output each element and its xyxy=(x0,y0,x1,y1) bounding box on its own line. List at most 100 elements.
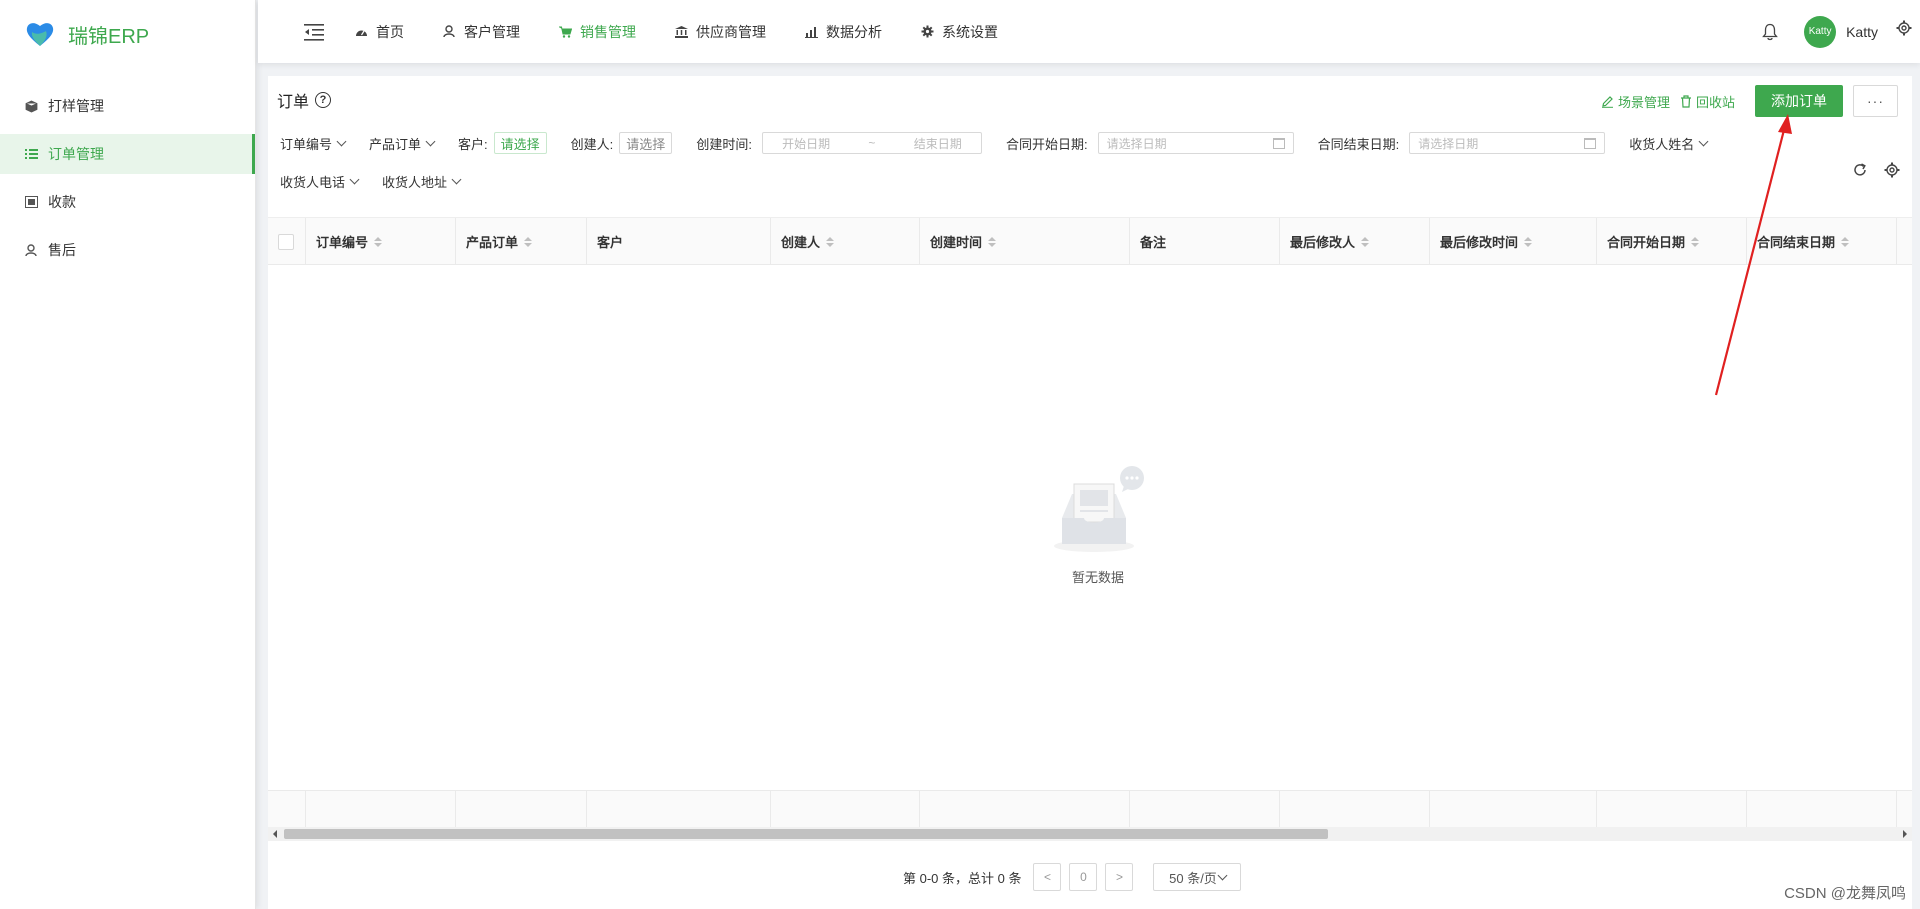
empty-inbox-icon xyxy=(1054,466,1144,552)
chevron-down-icon xyxy=(336,136,347,146)
filter-label: 合同结束日期: xyxy=(1317,136,1400,152)
filter-label: 收货人电话 xyxy=(280,174,346,190)
creator-select[interactable]: 请选择 xyxy=(619,132,673,154)
chevron-down-icon xyxy=(451,174,462,184)
sort-icon[interactable] xyxy=(374,236,383,247)
cube-icon xyxy=(24,99,38,113)
logo[interactable]: 瑞锦ERP xyxy=(0,0,255,68)
sidebar-item-label: 打样管理 xyxy=(48,98,104,114)
scrollbar-thumb[interactable] xyxy=(284,829,1328,839)
sort-icon[interactable] xyxy=(1524,236,1533,247)
column-header[interactable]: 最后修改时间 xyxy=(1430,218,1597,265)
horizontal-scrollbar[interactable] xyxy=(268,827,1912,841)
column-header[interactable]: 备注 xyxy=(1130,218,1280,265)
sort-icon[interactable] xyxy=(988,236,997,247)
select-all-cell xyxy=(268,218,306,265)
edit-icon xyxy=(1601,95,1613,108)
column-header[interactable]: 创建时间 xyxy=(920,218,1130,265)
refresh-icon[interactable] xyxy=(1852,162,1868,178)
more-button[interactable]: ··· xyxy=(1853,85,1898,117)
column-label: 订单编号 xyxy=(316,235,369,250)
nav-settings[interactable]: 系统设置 xyxy=(920,22,998,42)
contract-end-date-picker[interactable]: 请选择日期 xyxy=(1409,132,1606,154)
sidebar-item-payments[interactable]: 收款 xyxy=(0,182,255,222)
add-order-button[interactable]: 添加订单 xyxy=(1755,85,1843,117)
column-header[interactable]: 客户 xyxy=(587,218,771,265)
column-header[interactable]: 合同结束日期 xyxy=(1747,218,1897,265)
recycle-bin-button[interactable]: 回收站 xyxy=(1680,92,1735,111)
filter-order-no[interactable]: 订单编号 xyxy=(280,134,347,153)
list-icon xyxy=(24,147,38,161)
username[interactable]: Katty xyxy=(1846,24,1878,40)
sidebar-item-orders[interactable]: 订单管理 xyxy=(0,134,255,174)
nav-customers[interactable]: 客户管理 xyxy=(442,22,520,42)
avatar[interactable]: Katty xyxy=(1804,15,1837,48)
scene-management-button[interactable]: 场景管理 xyxy=(1601,92,1670,111)
bell-icon[interactable] xyxy=(1762,23,1778,41)
nav-label: 数据分析 xyxy=(826,23,882,40)
sidebar-item-label: 订单管理 xyxy=(48,146,104,162)
scroll-left-icon[interactable] xyxy=(273,830,277,838)
contract-start-date-picker[interactable]: 请选择日期 xyxy=(1097,132,1294,154)
filter-receiver-name[interactable]: 收货人姓名 xyxy=(1629,134,1709,153)
next-page-button[interactable]: > xyxy=(1105,863,1134,891)
column-label: 合同开始日期 xyxy=(1607,235,1686,250)
sort-icon[interactable] xyxy=(1691,236,1700,247)
filter-label: 客户: xyxy=(458,136,488,152)
nav-suppliers[interactable]: 供应商管理 xyxy=(674,22,766,42)
sort-icon[interactable] xyxy=(524,236,533,247)
help-icon[interactable]: ? xyxy=(315,92,332,108)
sort-icon[interactable] xyxy=(1361,236,1370,247)
filter-product-order[interactable]: 产品订单 xyxy=(369,134,436,153)
nav-label: 销售管理 xyxy=(580,23,636,40)
sidebar-item-sampling[interactable]: 打样管理 xyxy=(0,86,255,126)
sort-icon[interactable] xyxy=(826,236,835,247)
nav-sales[interactable]: 销售管理 xyxy=(558,22,636,42)
column-label: 合同结束日期 xyxy=(1757,235,1836,250)
gear-icon xyxy=(920,25,934,39)
range-end-placeholder: 结束日期 xyxy=(913,136,962,151)
table-body: 暂无数据 xyxy=(268,265,1912,790)
column-label: 创建人 xyxy=(781,235,821,250)
customer-select[interactable]: 请选择 xyxy=(493,132,547,154)
column-header[interactable]: 最后修改人 xyxy=(1280,218,1430,265)
sidebar-item-label: 售后 xyxy=(48,242,76,258)
column-header[interactable]: 合同开始日期 xyxy=(1597,218,1747,265)
scene-management-label: 场景管理 xyxy=(1617,94,1670,110)
column-settings-icon[interactable] xyxy=(1884,162,1900,178)
chevron-down-icon xyxy=(1217,870,1228,880)
filter-label: 订单编号 xyxy=(280,136,333,152)
created-time-range[interactable]: 开始日期 ~ 结束日期 xyxy=(761,132,982,154)
menu-collapse-icon[interactable] xyxy=(304,23,326,41)
column-header[interactable]: 订单编号 xyxy=(306,218,456,265)
table-tools xyxy=(1852,162,1900,178)
filter-receiver-phone[interactable]: 收货人电话 xyxy=(280,172,360,191)
bar-chart-icon xyxy=(804,25,818,39)
column-label: 产品订单 xyxy=(466,235,519,250)
cart-icon xyxy=(558,25,572,39)
column-label: 最后修改人 xyxy=(1290,235,1356,250)
sort-icon[interactable] xyxy=(1841,236,1850,247)
filter-contract-start: 合同开始日期: 请选择日期 xyxy=(1006,132,1294,154)
filter-contract-end: 合同结束日期: 请选择日期 xyxy=(1318,132,1606,154)
settings-gear-icon[interactable] xyxy=(1896,20,1912,36)
brand-name: 瑞锦ERP xyxy=(68,25,150,48)
nav-home[interactable]: 首页 xyxy=(354,22,404,42)
nav-analytics[interactable]: 数据分析 xyxy=(804,22,882,42)
filter-customer: 客户: 请选择 xyxy=(458,132,547,154)
user-icon xyxy=(24,243,38,257)
calendar-icon xyxy=(1584,137,1597,149)
column-label: 创建时间 xyxy=(930,235,983,250)
page-number[interactable]: 0 xyxy=(1069,863,1098,891)
nav-label: 供应商管理 xyxy=(696,23,766,40)
sidebar-item-label: 收款 xyxy=(48,194,76,210)
column-header[interactable]: 创建人 xyxy=(771,218,920,265)
filter-receiver-address[interactable]: 收货人地址 xyxy=(382,172,462,191)
column-header[interactable]: 产品订单 xyxy=(456,218,587,265)
select-all-checkbox[interactable] xyxy=(278,233,294,250)
page-size-select[interactable]: 50 条/页 xyxy=(1153,863,1242,891)
prev-page-button[interactable]: < xyxy=(1033,863,1062,891)
sidebar-item-after-sales[interactable]: 售后 xyxy=(0,230,255,270)
recycle-bin-label: 回收站 xyxy=(1695,94,1735,110)
scroll-right-icon[interactable] xyxy=(1903,830,1907,838)
